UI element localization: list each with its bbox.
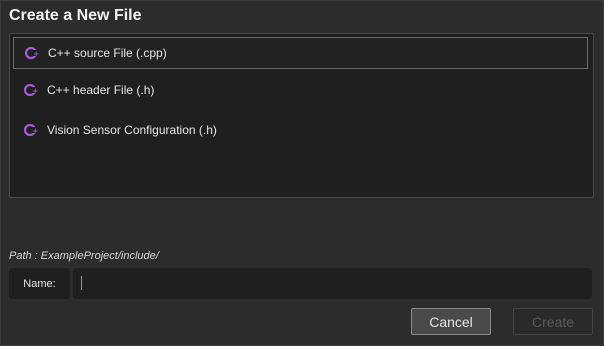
file-type-vision-sensor[interactable]: + Vision Sensor Configuration (.h) xyxy=(13,114,588,146)
name-input[interactable] xyxy=(73,268,592,299)
create-file-dialog: Create a New File + C++ source File (.cp… xyxy=(0,0,604,346)
name-field-label: Name: xyxy=(9,268,70,299)
path-label: Path : ExampleProject/include/ xyxy=(9,250,159,262)
svg-text:+: + xyxy=(33,50,39,58)
file-type-cpp-header[interactable]: + C++ header File (.h) xyxy=(13,74,588,106)
svg-text:+: + xyxy=(32,127,38,135)
text-caret xyxy=(81,276,82,290)
cancel-button[interactable]: Cancel xyxy=(411,308,491,335)
create-button[interactable]: Create xyxy=(513,308,593,335)
file-type-label: Vision Sensor Configuration (.h) xyxy=(47,123,217,137)
dialog-title: Create a New File xyxy=(9,7,142,24)
file-type-label: C++ header File (.h) xyxy=(47,83,155,97)
svg-text:+: + xyxy=(32,87,38,95)
cpp-icon: + xyxy=(23,122,39,138)
file-type-list: + C++ source File (.cpp) + C++ header Fi… xyxy=(9,33,594,198)
file-type-label: C++ source File (.cpp) xyxy=(48,46,167,60)
cpp-icon: + xyxy=(24,45,40,61)
file-type-cpp-source[interactable]: + C++ source File (.cpp) xyxy=(13,37,588,69)
cpp-icon: + xyxy=(23,82,39,98)
